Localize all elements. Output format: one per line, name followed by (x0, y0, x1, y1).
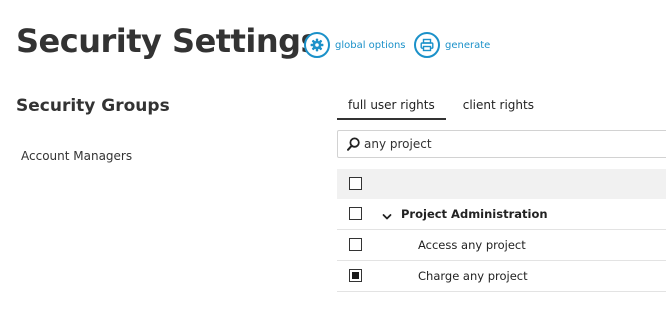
tab-full-user-rights[interactable]: full user rights (337, 94, 446, 120)
global-options-button[interactable]: global options (304, 30, 406, 60)
table-row: Charge any project (337, 261, 666, 292)
generate-button[interactable]: generate (414, 30, 490, 60)
group-label: Project Administration (401, 207, 548, 221)
page-title: Security Settings (16, 22, 320, 60)
chevron-down-icon[interactable] (381, 208, 393, 220)
row-label: Charge any project (418, 269, 528, 283)
gear-icon (304, 32, 330, 58)
select-all-checkbox[interactable] (349, 177, 362, 190)
charge-any-project-checkbox[interactable] (349, 269, 362, 282)
rights-table: Project Administration Access any projec… (337, 169, 666, 292)
search-box (337, 130, 666, 158)
group-item-account-managers[interactable]: Account Managers (21, 149, 132, 163)
search-icon (347, 137, 360, 151)
tab-client-rights[interactable]: client rights (452, 94, 545, 118)
table-row: Access any project (337, 230, 666, 261)
access-any-project-checkbox[interactable] (349, 238, 362, 251)
project-administration-checkbox[interactable] (349, 207, 362, 220)
row-label: Access any project (418, 238, 526, 252)
security-groups-heading: Security Groups (16, 96, 170, 116)
group-row-project-administration: Project Administration (337, 199, 666, 230)
search-input[interactable] (364, 137, 644, 151)
rights-tabs: full user rights client rights (337, 94, 545, 120)
global-options-label: global options (335, 39, 406, 51)
printer-icon (414, 32, 440, 58)
table-header-row (337, 169, 666, 199)
generate-label: generate (445, 39, 491, 51)
